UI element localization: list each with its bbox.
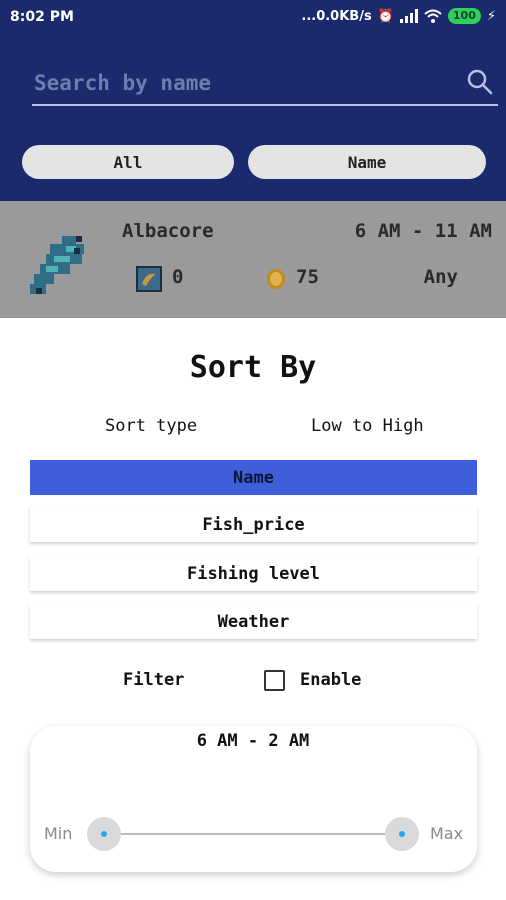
time-range-value: 6 AM - 2 AM [196, 731, 310, 751]
status-icons: ...0.0KB/s ⏰ 100 ⚡ [301, 8, 496, 24]
enable-label[interactable]: Enable [300, 670, 361, 690]
search-icon[interactable] [466, 68, 494, 96]
sort-option-label: Fish_price [202, 514, 305, 535]
battery-icon: 100 [447, 8, 481, 24]
sort-option-label: Name [233, 467, 274, 488]
filter-all-label: All [113, 152, 143, 172]
sort-option-label: Fishing level [186, 563, 321, 584]
range-slider-track[interactable] [104, 833, 402, 835]
fish-weather: Any [423, 266, 458, 288]
status-time: 8:02 PM [10, 9, 74, 25]
fish-price: 75 [296, 266, 319, 288]
network-speed: ...0.0KB/s [301, 8, 372, 24]
slider-max-label: Max [430, 824, 464, 843]
wifi-icon [424, 9, 442, 23]
alarm-icon: ⏰ [377, 8, 394, 24]
range-slider-min-handle[interactable] [87, 817, 121, 851]
slider-min-label: Min [44, 824, 73, 843]
app-root: 8:02 PM ...0.0KB/s ⏰ 100 ⚡ Search by nam… [0, 0, 506, 900]
search-bar [32, 62, 498, 106]
enable-filter-checkbox[interactable] [264, 670, 285, 691]
range-slider-max-handle[interactable] [385, 817, 419, 851]
coin-icon [267, 269, 285, 289]
signal-icon [399, 9, 418, 23]
sheet-title: Sort By [189, 350, 317, 385]
sort-type-label: Sort type [105, 416, 198, 436]
bait-count: 0 [172, 266, 184, 288]
filter-all-chip[interactable]: All [22, 145, 234, 179]
bait-icon [136, 266, 162, 292]
sort-name-label: Name [347, 152, 387, 172]
search-input[interactable] [32, 66, 456, 100]
sort-option-fish-price[interactable]: Fish_price [30, 507, 477, 542]
sort-option-label: Weather [217, 611, 290, 632]
charging-icon: ⚡ [486, 8, 496, 24]
fish-icon [30, 236, 84, 294]
fish-name: Albacore [122, 220, 214, 242]
filter-label: Filter [123, 670, 185, 690]
sort-order-toggle[interactable]: Low to High [311, 416, 424, 436]
status-bar: 8:02 PM ...0.0KB/s ⏰ 100 ⚡ [0, 0, 506, 36]
sort-name-chip[interactable]: Name [248, 145, 486, 179]
sort-option-name[interactable]: Name [30, 460, 477, 495]
fish-time-range: 6 AM - 11 AM [354, 220, 492, 242]
sort-option-fishing-level[interactable]: Fishing level [30, 556, 477, 591]
sort-option-weather[interactable]: Weather [30, 604, 477, 639]
app-header: 8:02 PM ...0.0KB/s ⏰ 100 ⚡ Search by nam… [0, 0, 506, 201]
